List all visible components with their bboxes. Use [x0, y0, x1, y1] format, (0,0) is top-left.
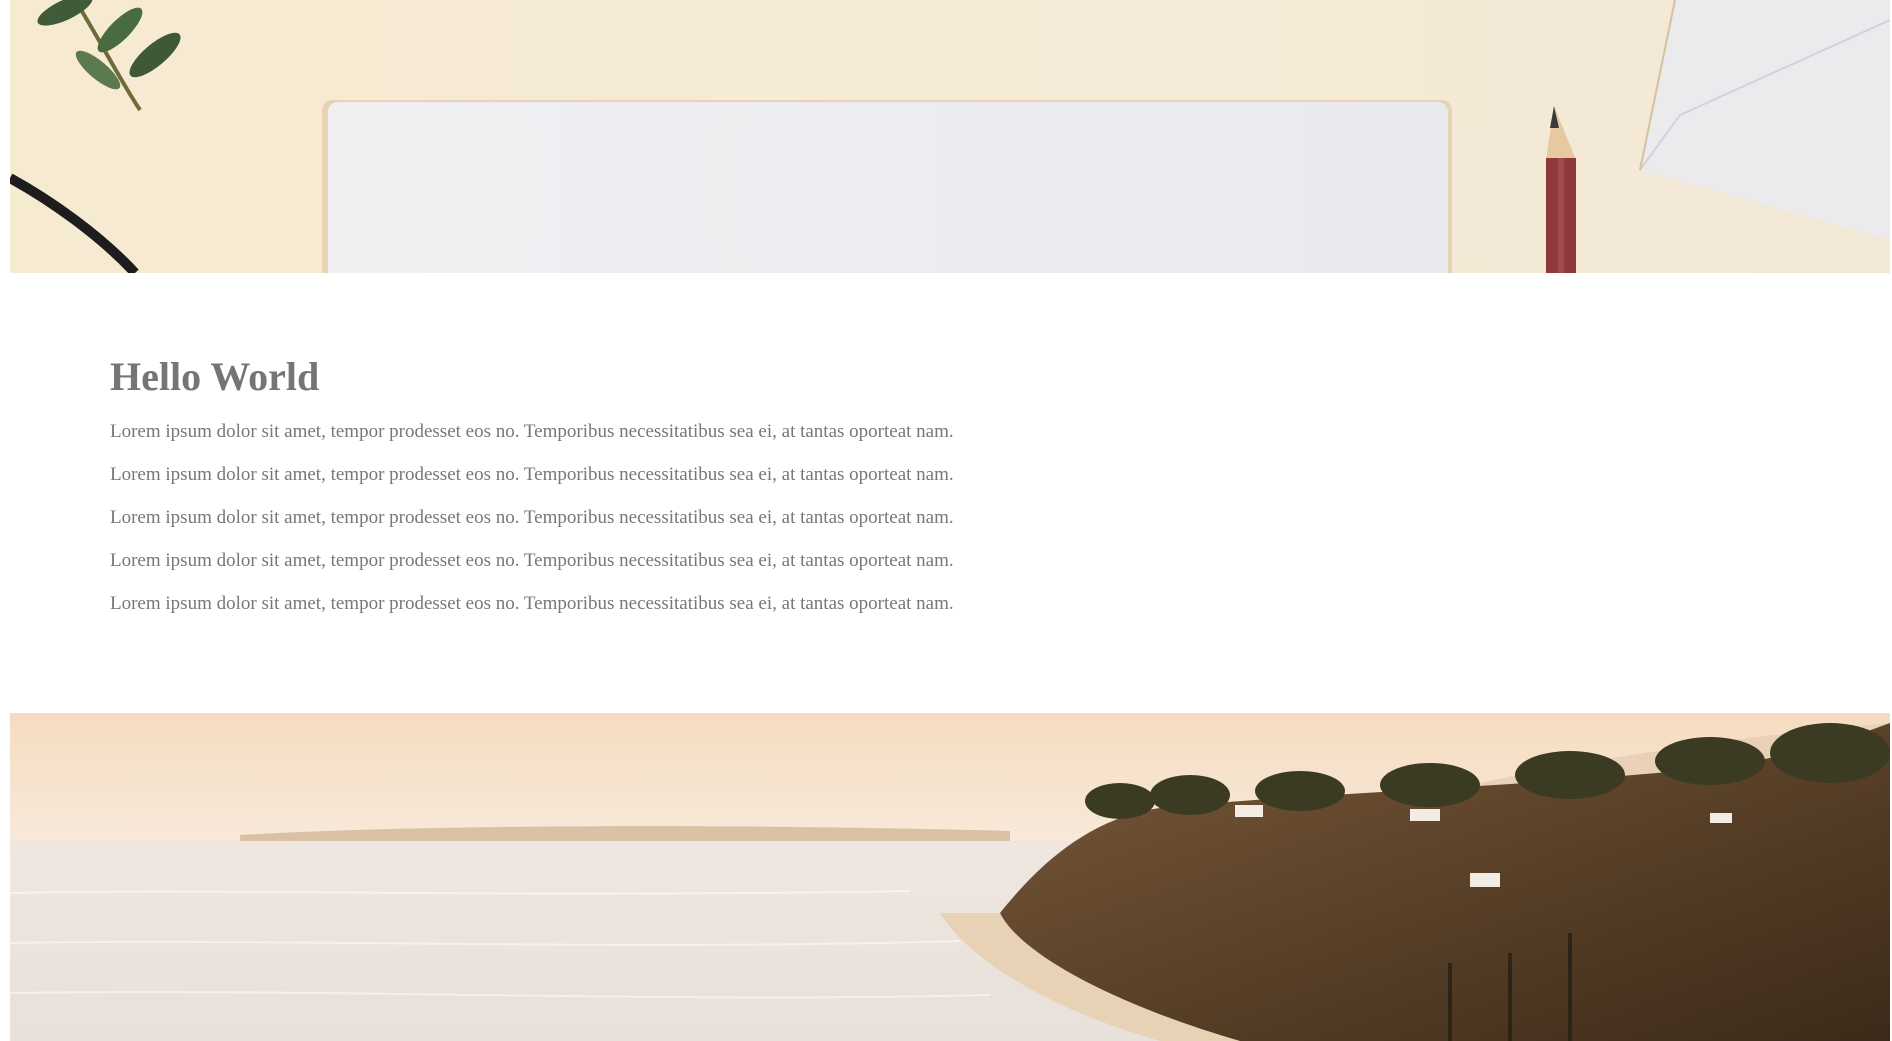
page-title: Hello World — [110, 354, 320, 399]
page: Hello World Lorem ipsum dolor sit amet, … — [0, 0, 1892, 1041]
paragraph: Lorem ipsum dolor sit amet, tempor prode… — [110, 421, 954, 442]
article: Hello World Lorem ipsum dolor sit amet, … — [110, 355, 1210, 636]
paragraph: Lorem ipsum dolor sit amet, tempor prode… — [110, 507, 954, 528]
paper-card — [328, 102, 1448, 273]
paragraph: Lorem ipsum dolor sit amet, tempor prode… — [110, 550, 954, 571]
paragraph: Lorem ipsum dolor sit amet, tempor prode… — [110, 464, 954, 485]
paragraph: Lorem ipsum dolor sit amet, tempor prode… — [110, 593, 954, 614]
coastline-image — [10, 713, 1890, 1041]
hero-image — [10, 0, 1890, 273]
